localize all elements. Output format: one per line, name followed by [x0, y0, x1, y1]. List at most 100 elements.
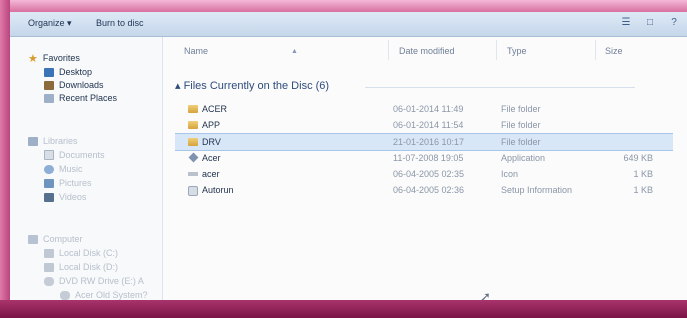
file-name: acer [202, 169, 220, 179]
file-type: File folder [501, 120, 541, 130]
burn-to-disc-button[interactable]: Burn to disc [96, 18, 144, 28]
application-icon [188, 152, 199, 163]
nav-label: Libraries [43, 136, 78, 146]
file-date: 21-01-2016 10:17 [393, 137, 465, 147]
preview-pane-icon[interactable]: □ [643, 17, 657, 29]
nav-label: Documents [59, 150, 105, 160]
file-date: 11-07-2008 19:05 [393, 153, 464, 163]
nav-label: Computer [43, 234, 83, 244]
file-date: 06-01-2014 11:49 [393, 104, 464, 114]
pictures-icon [44, 178, 54, 188]
command-toolbar: Organize ▾ Burn to disc ☰ □ ? [10, 12, 687, 37]
nav-label: Favorites [42, 53, 80, 63]
setup-information-icon [188, 186, 198, 196]
file-name: DRV [202, 137, 221, 147]
nav-label: Recent Places [59, 93, 118, 103]
nav-libraries[interactable]: Libraries [28, 134, 78, 148]
navigation-pane: ★ Favorites Desktop Downloads Recent Pla… [10, 37, 163, 300]
column-separator [595, 40, 596, 60]
nav-dvd-drive[interactable]: DVD RW Drive (E:) A [44, 274, 144, 288]
file-type: File folder [501, 104, 541, 114]
file-list-pane: Name ▲ Date modified Type Size ▴ Files C… [163, 37, 687, 300]
file-type: Icon [501, 169, 519, 179]
file-name: Acer [202, 153, 221, 163]
libraries-icon [28, 136, 38, 146]
downloads-icon [44, 80, 54, 90]
file-name: APP [202, 120, 221, 130]
nav-local-disk-d[interactable]: Local Disk (D:) [44, 260, 118, 274]
nav-label: Videos [59, 192, 87, 202]
screen-bezel-bottom [0, 300, 687, 318]
nav-label: DVD RW Drive (E:) A [59, 276, 144, 286]
desktop-icon [44, 67, 54, 77]
nav-computer[interactable]: Computer [28, 232, 83, 246]
nav-label: Downloads [59, 80, 104, 90]
nav-recent-places[interactable]: Recent Places [44, 91, 117, 105]
music-icon [44, 164, 54, 174]
file-date: 06-04-2005 02:36 [393, 185, 465, 195]
file-type: Application [501, 153, 546, 163]
nav-label: Pictures [59, 178, 92, 188]
nav-documents[interactable]: Documents [44, 148, 105, 162]
group-label: Files Currently on the Disc (6) [183, 80, 330, 92]
screen-bezel-top [0, 0, 687, 12]
nav-acer-system[interactable]: Acer Old System? [60, 288, 148, 300]
file-row-acer-folder[interactable]: ACER 06-01-2014 11:49 File folder [163, 101, 687, 117]
file-row-drv-folder-selected[interactable]: DRV 21-01-2016 10:17 File folder [175, 133, 673, 151]
file-row-acer-application[interactable]: Acer 11-07-2008 19:05 Application 649 KB [163, 150, 687, 166]
folder-icon [188, 138, 198, 146]
computer-icon [28, 234, 38, 244]
file-name: ACER [202, 104, 228, 114]
dvd-icon [60, 290, 70, 300]
nav-desktop[interactable]: Desktop [44, 65, 92, 79]
file-size: 649 KB [623, 153, 653, 163]
file-date: 06-01-2014 11:54 [393, 120, 464, 130]
nav-favorites[interactable]: ★ Favorites [28, 51, 80, 65]
file-row-acer-icon[interactable]: acer 06-04-2005 02:35 Icon 1 KB [163, 166, 687, 182]
toolbar-icons: ☰ □ ? [619, 17, 681, 29]
help-icon[interactable]: ? [667, 17, 681, 29]
documents-icon [44, 150, 54, 160]
file-date: 06-04-2005 02:35 [393, 169, 465, 179]
nav-label: Local Disk (D:) [59, 262, 119, 272]
screen-bezel-left [0, 0, 10, 318]
file-row-app-folder[interactable]: APP 06-01-2014 11:54 File folder [163, 117, 687, 133]
nav-videos[interactable]: Videos [44, 190, 86, 204]
nav-pictures[interactable]: Pictures [44, 176, 92, 190]
nav-label: Local Disk (C:) [59, 248, 119, 258]
file-type: Setup Information [501, 185, 573, 195]
file-name: Autorun [202, 185, 234, 195]
view-options-icon[interactable]: ☰ [619, 17, 633, 29]
type-column-header[interactable]: Type [507, 46, 527, 56]
name-column-header[interactable]: Name [184, 46, 208, 56]
nav-music[interactable]: Music [44, 162, 83, 176]
nav-label: Music [59, 164, 83, 174]
nav-local-disk-c[interactable]: Local Disk (C:) [44, 246, 118, 260]
recent-places-icon [44, 93, 54, 103]
organize-button[interactable]: Organize ▾ [28, 18, 72, 29]
column-separator [496, 40, 497, 60]
sort-arrow-icon: ▲ [291, 48, 298, 55]
file-row-autorun[interactable]: Autorun 06-04-2005 02:36 Setup Informati… [163, 182, 687, 198]
dvd-icon [44, 276, 54, 286]
nav-downloads[interactable]: Downloads [44, 78, 104, 92]
mouse-cursor-icon: ➚ [480, 289, 491, 300]
group-divider [365, 87, 635, 88]
folder-icon [188, 121, 198, 129]
ico-icon [188, 172, 198, 176]
folder-icon [188, 105, 198, 113]
file-size: 1 KB [633, 185, 653, 195]
disk-icon [44, 262, 54, 272]
group-header[interactable]: ▴ Files Currently on the Disc (6) [175, 79, 329, 92]
star-icon: ★ [28, 52, 38, 65]
nav-label: Desktop [59, 67, 93, 77]
file-size: 1 KB [633, 169, 653, 179]
size-column-header[interactable]: Size [605, 46, 623, 56]
file-type: File folder [501, 137, 541, 147]
videos-icon [44, 192, 54, 202]
nav-label: Acer Old System? [75, 290, 148, 300]
disk-icon [44, 248, 54, 258]
column-separator [388, 40, 389, 60]
date-column-header[interactable]: Date modified [399, 46, 455, 56]
explorer-window: Organize ▾ Burn to disc ☰ □ ? ★ Favorite… [10, 12, 687, 300]
